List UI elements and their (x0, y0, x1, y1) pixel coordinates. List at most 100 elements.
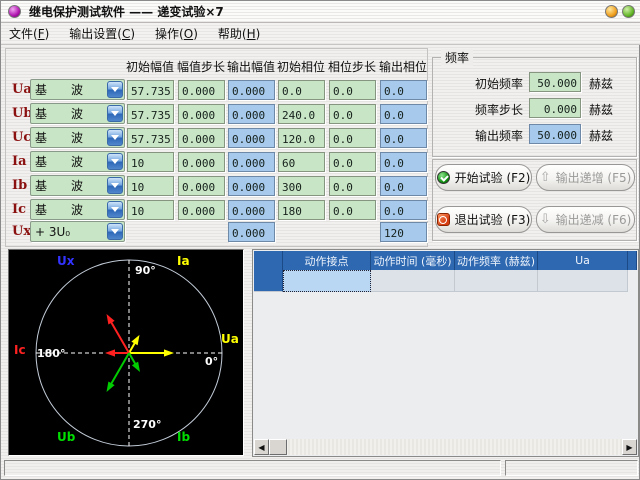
signal-row-ic: Ic 基 波 (5, 199, 428, 221)
col-action-frequency[interactable]: 动作频率 (赫兹) (455, 251, 538, 270)
wave-select-uc[interactable]: 基 波 (30, 127, 125, 148)
chevron-down-icon[interactable] (107, 201, 123, 218)
col-action-time[interactable]: 动作时间 (毫秒) (371, 251, 455, 270)
chevron-down-icon[interactable] (107, 153, 123, 170)
wave-select-ic-value: 基 波 (31, 201, 107, 218)
up-arrow-icon: ⇧ (540, 171, 551, 184)
init-amp-input-ua[interactable] (127, 80, 174, 100)
scroll-left-icon[interactable]: ◀ (254, 439, 269, 455)
amp-step-input-ua[interactable] (178, 80, 225, 100)
phase-step-input-ib[interactable] (329, 176, 376, 196)
init-amp-input-ic[interactable] (127, 200, 174, 220)
output-increase-label: 输出递增 (F5) (556, 169, 632, 186)
minimize-button-icon[interactable] (605, 5, 618, 18)
angle-label-0: 0° (205, 355, 218, 368)
ux-source-select[interactable]: + 3U₀ (30, 221, 125, 242)
titlebar: 继电保护测试软件 —— 递变试验×7 (1, 1, 640, 23)
selected-cell[interactable] (283, 270, 371, 292)
wave-select-ub[interactable]: 基 波 (30, 103, 125, 124)
chevron-down-icon[interactable] (107, 81, 123, 98)
chevron-down-icon[interactable] (107, 223, 123, 240)
menu-file[interactable]: 文件(F) (9, 25, 49, 42)
output-increase-button[interactable]: ⇧ 输出递增 (F5) (536, 164, 635, 191)
status-panel-right (505, 460, 638, 476)
init-phase-input-ub[interactable] (278, 104, 325, 124)
amp-step-input-uc[interactable] (178, 128, 225, 148)
app-icon (8, 5, 21, 18)
wave-select-ia[interactable]: 基 波 (30, 151, 125, 172)
phasor-diagram: Ux Ia Ua Ic Ub Ib 90° 180° 0° 270° (8, 249, 244, 456)
window-title: 继电保护测试软件 —— 递变试验×7 (29, 3, 224, 20)
init-phase-input-ic[interactable] (278, 200, 325, 220)
out-amp-field-ux (228, 222, 275, 242)
col-header-amp-step: 幅值步长 (176, 58, 226, 75)
phasor-vector-ic (105, 349, 129, 356)
phasor-label-ub: Ub (57, 430, 75, 444)
menu-output-settings[interactable]: 输出设置(C) (69, 25, 135, 42)
wave-select-ua[interactable]: 基 波 (30, 79, 125, 100)
init-amp-input-ia[interactable] (127, 152, 174, 172)
freq-row-initial: 初始频率 赫兹 (433, 72, 638, 92)
scrollbar-track[interactable] (287, 439, 622, 455)
out-phase-field-ic (380, 200, 427, 220)
menu-operate[interactable]: 操作(O) (155, 25, 198, 42)
init-phase-input-ia[interactable] (278, 152, 325, 172)
init-amp-input-ib[interactable] (127, 176, 174, 196)
start-test-button[interactable]: 开始试验 (F2) (435, 164, 532, 191)
freq-row-step: 频率步长 赫兹 (433, 98, 638, 118)
exit-test-button[interactable]: 退出试验 (F3) (435, 206, 532, 233)
amp-step-input-ia[interactable] (178, 152, 225, 172)
col-ua[interactable]: Ua (538, 251, 628, 270)
out-amp-field-ib (228, 176, 275, 196)
out-phase-field-ib (380, 176, 427, 196)
col-action-contact[interactable]: 动作接点 (283, 251, 371, 270)
angle-label-90: 90° (135, 264, 156, 277)
amp-step-input-ub[interactable] (178, 104, 225, 124)
result-table-row (254, 270, 637, 292)
horizontal-scrollbar[interactable]: ◀ ▶ (254, 439, 637, 455)
close-button-icon[interactable] (622, 5, 635, 18)
phase-step-input-ia[interactable] (329, 152, 376, 172)
freq-step-input[interactable] (529, 98, 581, 118)
result-table-header: 动作接点 动作时间 (毫秒) 动作频率 (赫兹) Ua (254, 251, 637, 270)
init-phase-input-ib[interactable] (278, 176, 325, 196)
out-amp-field-ic (228, 200, 275, 220)
phasor-vector-ua (129, 349, 174, 356)
col-header-phase-step: 相位步长 (327, 58, 377, 75)
output-decrease-button[interactable]: ⇩ 输出递减 (F6) (536, 206, 635, 233)
cell-ua[interactable] (538, 270, 628, 292)
chevron-down-icon[interactable] (107, 129, 123, 146)
scroll-right-icon[interactable]: ▶ (622, 439, 637, 455)
freq-step-unit: 赫兹 (589, 101, 613, 118)
row-selector-cell[interactable] (254, 270, 283, 292)
wave-select-ia-value: 基 波 (31, 153, 107, 170)
init-amp-input-uc[interactable] (127, 128, 174, 148)
cell-action-frequency[interactable] (455, 270, 538, 292)
menu-help[interactable]: 帮助(H) (218, 25, 260, 42)
phase-step-input-uc[interactable] (329, 128, 376, 148)
start-icon (437, 171, 450, 184)
init-amp-input-ub[interactable] (127, 104, 174, 124)
phase-step-input-ub[interactable] (329, 104, 376, 124)
chevron-down-icon[interactable] (107, 105, 123, 122)
wave-select-ib[interactable]: 基 波 (30, 175, 125, 196)
init-phase-input-uc[interactable] (278, 128, 325, 148)
phase-step-input-ua[interactable] (329, 80, 376, 100)
init-freq-input[interactable] (529, 72, 581, 92)
phasor-label-ux: Ux (57, 254, 74, 268)
phasor-vector-ib (129, 353, 140, 372)
signal-row-ux: Ux + 3U₀ (5, 221, 428, 243)
col-filler (628, 251, 637, 270)
cell-action-time[interactable] (371, 270, 455, 292)
wave-select-ic[interactable]: 基 波 (30, 199, 125, 220)
chevron-down-icon[interactable] (107, 177, 123, 194)
amp-step-input-ic[interactable] (178, 200, 225, 220)
out-amp-field-ub (228, 104, 275, 124)
init-phase-input-ua[interactable] (278, 80, 325, 100)
phasor-vector-uc (107, 314, 130, 353)
phasor-label-ic: Ic (14, 343, 26, 357)
scrollbar-thumb[interactable] (269, 439, 287, 455)
ux-source-select-value: + 3U₀ (31, 225, 107, 239)
phase-step-input-ic[interactable] (329, 200, 376, 220)
amp-step-input-ib[interactable] (178, 176, 225, 196)
